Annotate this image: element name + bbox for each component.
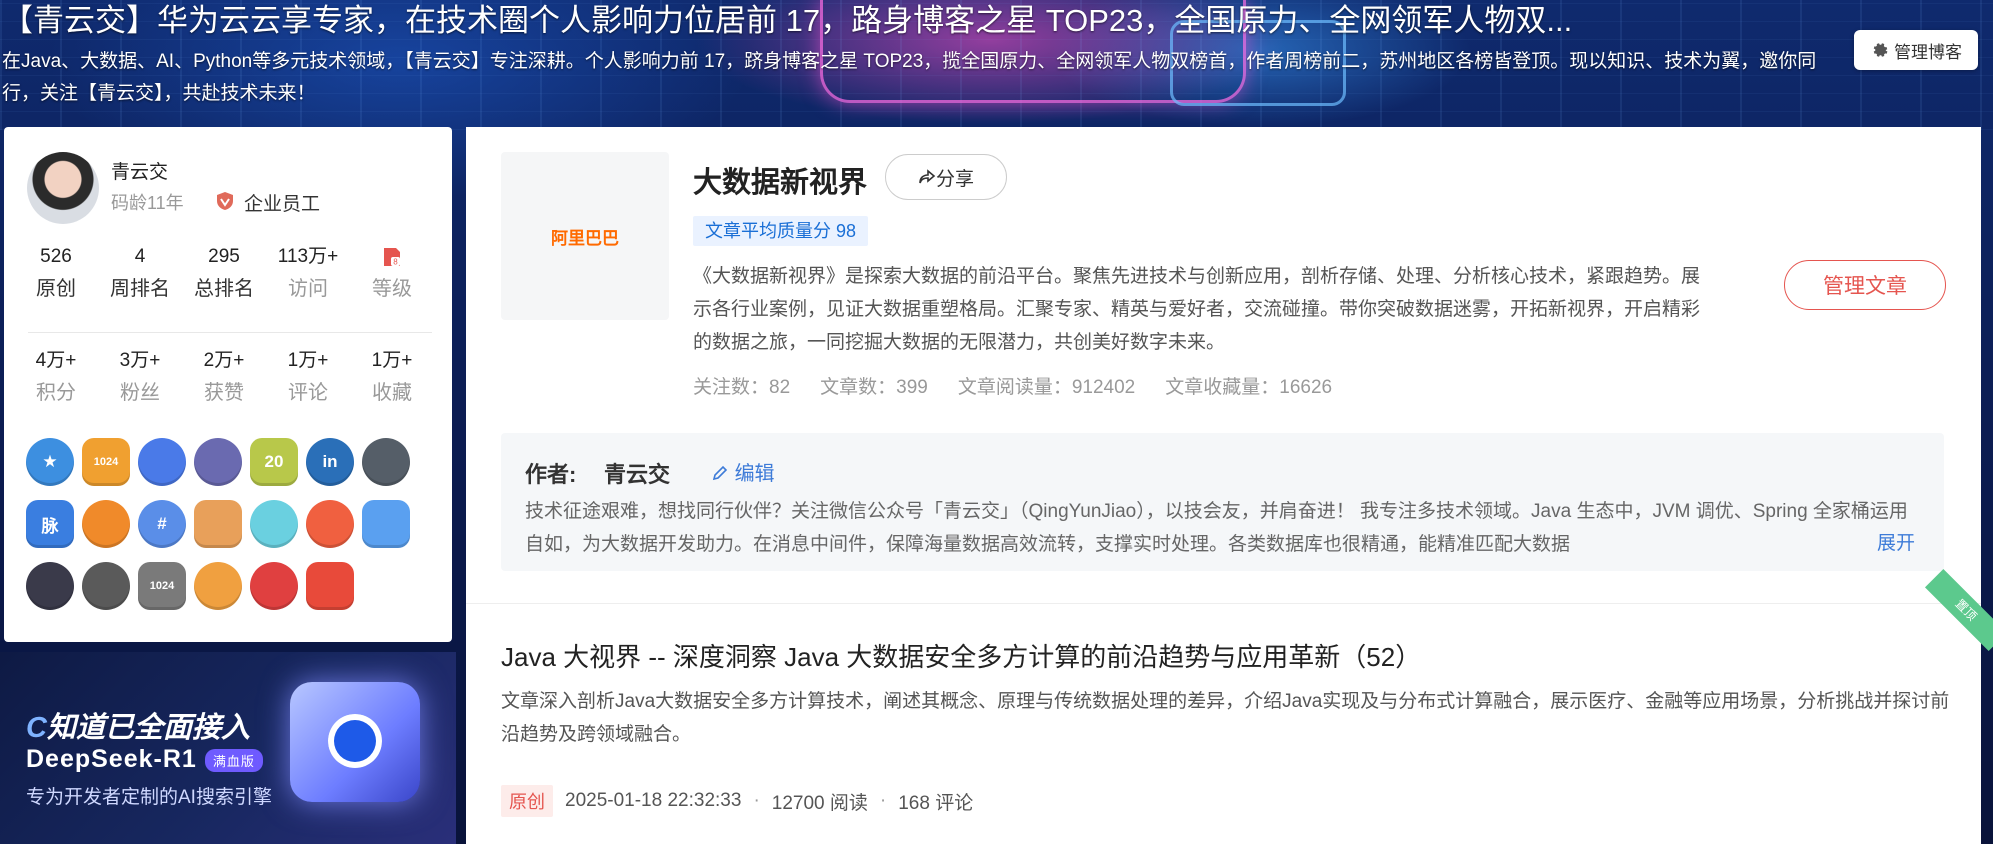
ad-headline: C知道已全面接入 [26, 712, 250, 744]
author-box: 作者: 青云交 编辑 技术征途艰难，想找同行伙伴？关注微信公众号「青云交」（Qi… [501, 433, 1944, 571]
article-date: 2025-01-18 22:32:33 [565, 790, 742, 811]
bulb-badge-icon[interactable] [306, 500, 354, 548]
20-badge-icon[interactable]: 20 [250, 438, 298, 486]
github-badge-icon[interactable] [362, 438, 410, 486]
column-panel: 阿里巴巴 大数据新视界 分享 文章平均质量分 98 《大数据新视界》是探索大数据… [466, 127, 1993, 844]
planet-badge-icon[interactable] [138, 438, 186, 486]
ad-banner[interactable]: C知道已全面接入 DeepSeek-R1 满血版 专为开发者定制的AI搜索引擎 [0, 652, 456, 844]
avatar[interactable] [27, 152, 99, 224]
stat-points: 4万+ 积分 [35, 350, 77, 404]
article-reads: 12700 阅读 [771, 792, 868, 814]
monkey2-badge-icon[interactable] [306, 562, 354, 610]
ad-tag: 满血版 [204, 748, 263, 772]
profile-card: 青云交 码龄11年 企业员工 526 原创 4 周排名 295 总排名 113万+ 访问… [4, 127, 452, 642]
manage-articles-button[interactable]: 管理文章 [1784, 260, 1946, 310]
stat-visits: 113万+ 访问 [277, 246, 339, 300]
stat-level[interactable]: 8 等级 [350, 243, 434, 307]
profile-company: 企业员工 [244, 194, 321, 215]
column-stat-favorites: 文章收藏量：16626 [1165, 377, 1333, 398]
blog-title: 【青云交】华为云云享专家，在技术圈个人影响力位居前 17，路身博客之星 TOP2… [2, 3, 1573, 38]
linkedin-badge-icon[interactable]: in [306, 438, 354, 486]
manage-blog-button[interactable]: 管理博客 [1854, 30, 1978, 70]
share-label: 分享 [935, 168, 974, 190]
column-logo: 阿里巴巴 [501, 152, 669, 320]
star-badge-icon[interactable]: ★ [26, 438, 74, 486]
gear-icon [1873, 43, 1888, 57]
meta-separator: · [753, 790, 760, 811]
column-description: 《大数据新视界》是探索大数据的前沿平台。聚焦先进技术与创新应用，剖析存储、处理、… [693, 266, 1701, 353]
column-name: 大数据新视界 [693, 167, 868, 199]
original-tag: 原创 [501, 785, 553, 817]
article-description[interactable]: 文章深入剖析Java大数据安全多方计算技术，阐述其概念、原理与传统数据处理的差异… [501, 685, 1951, 751]
stat-total-rank[interactable]: 295 总排名 [182, 243, 266, 307]
stat-comments: 1万+ 评论 [287, 350, 329, 404]
1024b-badge-icon[interactable]: 1024 [138, 562, 186, 610]
article-comments: 168 评论 [898, 792, 974, 814]
stats-row-2: 4万+ 积分 3万+ 粉丝 2万+ 获赞 1万+ 评论 1万+ 收藏 [14, 347, 434, 411]
ad-subline: 专为开发者定制的AI搜索引擎 [26, 787, 272, 808]
stat-week-rank[interactable]: 4 周排名 [98, 243, 182, 307]
hash-badge-icon[interactable]: # [138, 500, 186, 548]
column-stat-reads: 文章阅读量：912402 [957, 377, 1136, 398]
author-label: 作者: [525, 462, 577, 487]
meta-separator: · [879, 790, 887, 811]
article-meta: 原创 2025-01-18 22:32:33 · 12700 阅读 · 168 … [501, 785, 973, 817]
stat-original[interactable]: 526 原创 [14, 243, 98, 307]
column-stats: 关注数：82 文章数：399 文章阅读量：912402 文章收藏量：16626 [693, 372, 1332, 399]
profile-years: 码龄11年 [111, 193, 184, 213]
author-bio: 技术征途艰难，想找同行伙伴？关注微信公众号「青云交」（QingYunJiao），… [525, 501, 1908, 555]
book-badge-icon[interactable] [194, 562, 242, 610]
rank-badge-icon[interactable] [194, 438, 242, 486]
section-divider [466, 603, 1981, 604]
stats-divider [28, 332, 432, 333]
stat-likes: 2万+ 获赞 [203, 350, 245, 404]
blog-description: 在Java、大数据、AI、Python等多元技术领域，【青云交】专注深耕。个人影… [2, 51, 1817, 104]
author-name[interactable]: 青云交 [604, 457, 670, 489]
bracket-badge-icon[interactable] [82, 562, 130, 610]
column-stat-follows: 关注数：82 [693, 377, 791, 398]
1024-badge-icon[interactable]: 1024 [82, 438, 130, 486]
expand-link[interactable]: 展开 [1847, 528, 1916, 555]
column-stat-articles: 文章数：399 [820, 377, 928, 398]
share-button[interactable]: 分享 [885, 154, 1007, 200]
ad-product: DeepSeek-R1 满血版 [26, 745, 263, 774]
share-icon [919, 169, 936, 184]
astronaut-badge-icon[interactable] [26, 562, 74, 610]
stats-row-1: 526 原创 4 周排名 295 总排名 113万+ 访问 8 等级 [14, 243, 434, 307]
stat-favorites: 1万+ 收藏 [371, 350, 413, 404]
quality-badge: 文章平均质量分 98 [693, 216, 869, 246]
medal-badge-icon[interactable] [82, 500, 130, 548]
profile-name[interactable]: 青云交 [111, 157, 168, 184]
stat-fans[interactable]: 3万+ 粉丝 [98, 347, 182, 411]
edit-icon [712, 465, 728, 481]
nib-badge-icon[interactable] [250, 562, 298, 610]
pen-badge-icon[interactable] [362, 500, 410, 548]
chat-badge-icon[interactable] [250, 500, 298, 548]
ad-logo-icon [290, 682, 420, 802]
edit-button[interactable]: 编辑 [711, 457, 775, 486]
article-title[interactable]: Java 大视界 -- 深度洞察 Java 大数据安全多方计算的前沿趋势与应用革… [501, 637, 1421, 674]
shield-icon [217, 192, 233, 210]
level-icon: 8 [384, 247, 400, 266]
manage-blog-label: 管理博客 [1894, 42, 1962, 62]
network-badge-icon[interactable]: 脉 [26, 500, 74, 548]
svg-text:8: 8 [393, 257, 398, 266]
monkey-badge-icon[interactable] [194, 500, 242, 548]
